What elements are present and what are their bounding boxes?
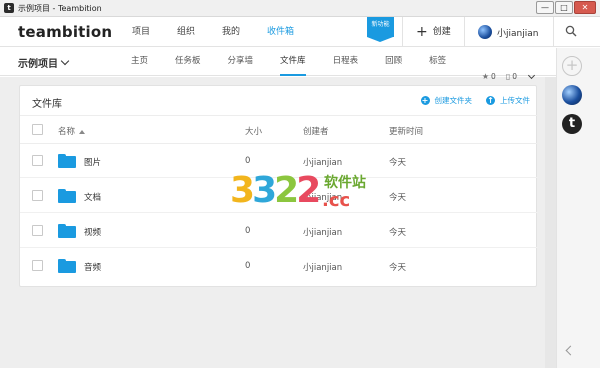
folder-icon	[58, 224, 76, 238]
panel-stats: ★ 0 ▯ 0	[472, 71, 536, 81]
create-label: 创建	[432, 27, 451, 37]
table-header: 名称 大小 创建者 更新时间	[20, 116, 538, 144]
tab-home[interactable]: 主页	[131, 48, 148, 76]
folder-name[interactable]: 音频	[84, 261, 101, 273]
tab-file-library[interactable]: 文件库	[280, 48, 306, 76]
watermark-logo: 3322 软件站 .cc	[230, 168, 410, 220]
chevron-left-icon[interactable]	[565, 345, 576, 356]
upload-file-button[interactable]: ↑ 上传文件	[486, 95, 530, 106]
column-size[interactable]: 大小	[245, 125, 262, 137]
table-row[interactable]: 音频 0 小jianjian 今天	[20, 249, 538, 283]
add-circle-icon: +	[420, 96, 430, 105]
column-updated[interactable]: 更新时间	[389, 125, 423, 137]
tab-taskboard[interactable]: 任务板	[175, 48, 201, 76]
window-controls: — □ ✕	[535, 1, 596, 14]
tab-tags[interactable]: 标签	[429, 48, 446, 76]
panel-title: 文件库	[32, 99, 62, 110]
folder-size: 0	[245, 261, 251, 271]
upload-icon: ↑	[486, 96, 495, 105]
maximize-button[interactable]: □	[555, 1, 573, 14]
create-folder-button[interactable]: + 创建文件夹	[420, 95, 473, 106]
folder-creator: 小jianjian	[303, 158, 343, 168]
doc-stat[interactable]: ▯ 0	[506, 72, 517, 81]
select-all-checkbox[interactable]	[32, 124, 43, 135]
new-feature-badge[interactable]: 新功能	[367, 17, 394, 42]
row-checkbox[interactable]	[32, 225, 43, 236]
teambition-app-icon[interactable]: t	[562, 114, 582, 134]
minimize-button[interactable]: —	[536, 1, 554, 14]
create-folder-label: 创建文件夹	[434, 96, 473, 105]
folder-icon	[58, 259, 76, 273]
window-title: 示例项目 - Teambition	[18, 4, 102, 13]
nav-item-inbox[interactable]: 收件箱	[267, 17, 294, 47]
panel-actions: + 创建文件夹 ↑ 上传文件	[407, 95, 530, 106]
divider	[402, 17, 403, 47]
nav-item-mine[interactable]: 我的	[222, 17, 240, 47]
project-switcher[interactable]: 示例项目	[18, 55, 70, 70]
folder-creator: 小jianjian	[303, 228, 343, 238]
upload-file-label: 上传文件	[500, 96, 530, 105]
row-checkbox[interactable]	[32, 260, 43, 271]
user-menu[interactable]: 小jianjian	[478, 17, 538, 47]
folder-updated: 今天	[389, 158, 407, 168]
row-checkbox[interactable]	[32, 155, 43, 166]
create-button[interactable]: + 创建	[416, 17, 451, 47]
folder-updated: 今天	[389, 228, 407, 238]
star-stat[interactable]: ★ 0	[482, 72, 496, 81]
folder-name[interactable]: 文档	[84, 191, 101, 203]
folder-icon	[58, 189, 76, 203]
row-checkbox[interactable]	[32, 190, 43, 201]
watermark-digits: 3322	[230, 170, 321, 211]
avatar	[478, 25, 492, 39]
folder-size: 0	[245, 156, 251, 166]
folder-updated: 今天	[389, 263, 407, 273]
folder-creator: 小jianjian	[303, 263, 343, 273]
panel-header: 文件库 ★ 0 ▯ 0 + 创建文件夹 ↑ 上传文件	[20, 71, 538, 116]
content-scroll-gutter	[545, 77, 556, 368]
watermark-text: 软件站	[324, 175, 366, 191]
nav-item-projects[interactable]: 项目	[132, 17, 150, 47]
project-name: 示例项目	[18, 59, 58, 70]
plus-icon: +	[416, 24, 428, 40]
right-sidebar: + t	[556, 48, 600, 368]
add-circle-icon[interactable]: +	[562, 56, 582, 76]
star-count: 0	[491, 72, 496, 81]
tab-share-wall[interactable]: 分享墙	[228, 48, 254, 76]
globe-avatar-icon[interactable]	[562, 85, 582, 105]
main-nav: 项目 组织 我的 收件箱	[132, 17, 321, 47]
main-content: 文件库 ★ 0 ▯ 0 + 创建文件夹 ↑ 上传文件 名称 大小 创建者 更新时…	[0, 71, 556, 368]
chevron-down-icon[interactable]	[527, 71, 536, 79]
nav-item-organization[interactable]: 组织	[177, 17, 195, 47]
watermark-domain: .cc	[322, 190, 351, 211]
close-button[interactable]: ✕	[574, 1, 596, 14]
teambition-logo[interactable]: teambition	[18, 23, 112, 41]
project-tabs: 主页 任务板 分享墙 文件库 日程表 回顾 标签	[131, 48, 473, 76]
top-navigation: teambition 项目 组织 我的 收件箱 新功能 + 创建 小jianji…	[0, 17, 600, 47]
tab-calendar[interactable]: 日程表	[333, 48, 359, 76]
folder-name[interactable]: 图片	[84, 156, 101, 168]
search-icon[interactable]	[565, 25, 577, 37]
document-icon: ▯	[505, 72, 511, 81]
app-icon: t	[4, 3, 14, 13]
column-creator[interactable]: 创建者	[303, 125, 329, 137]
folder-name[interactable]: 视频	[84, 226, 101, 238]
sort-asc-icon	[79, 129, 86, 134]
window-titlebar: t 示例项目 - Teambition — □ ✕	[0, 0, 600, 17]
doc-count: 0	[512, 72, 517, 81]
divider	[464, 17, 465, 47]
chevron-down-icon	[60, 56, 70, 66]
column-name[interactable]: 名称	[58, 125, 86, 137]
tab-review[interactable]: 回顾	[385, 48, 402, 76]
divider	[553, 17, 554, 47]
column-name-label: 名称	[58, 127, 76, 137]
star-icon: ★	[481, 72, 490, 81]
folder-icon	[58, 154, 76, 168]
user-name: 小jianjian	[497, 28, 539, 39]
folder-size: 0	[245, 226, 251, 236]
